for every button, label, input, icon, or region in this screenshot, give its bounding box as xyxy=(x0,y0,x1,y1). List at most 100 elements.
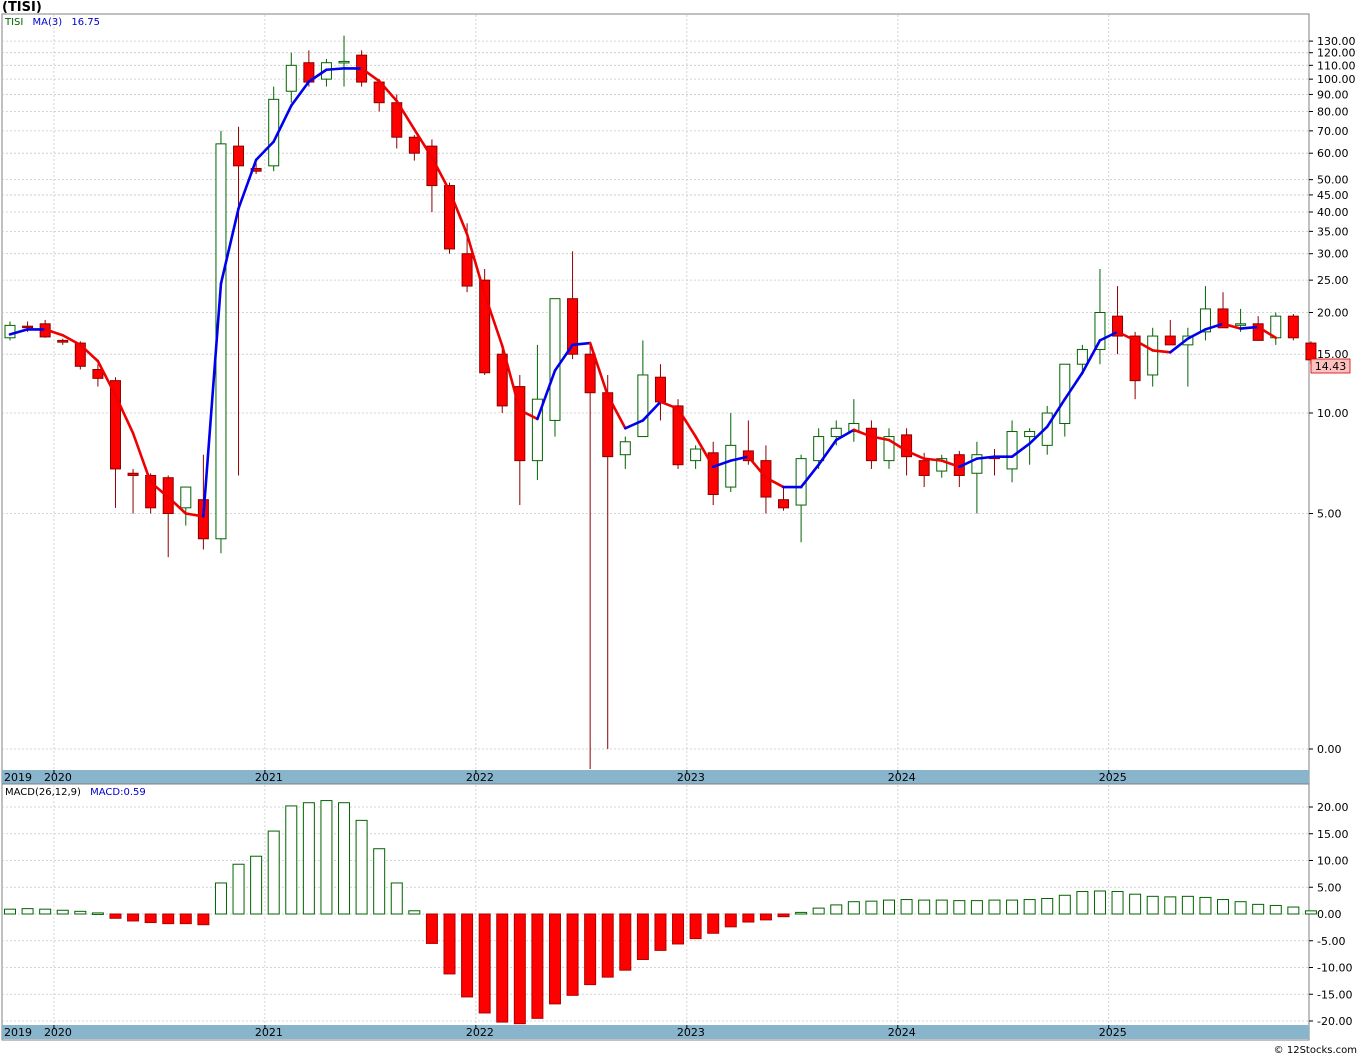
candle xyxy=(1287,313,1299,341)
candle-body xyxy=(1024,431,1036,438)
price-tick-label: 10.00 xyxy=(1317,407,1349,420)
macd-bar xyxy=(144,913,157,924)
macd-bar xyxy=(250,855,263,915)
legend-symbol: TISI xyxy=(4,17,23,28)
macd-bar xyxy=(232,863,245,915)
macd-tick-label: 5.00 xyxy=(1317,881,1342,894)
candle-body xyxy=(637,374,649,438)
macd-tick-label: -15.00 xyxy=(1317,988,1352,1001)
macd-bar xyxy=(935,899,948,915)
macd-bar xyxy=(197,913,210,926)
macd-bar xyxy=(1217,899,1230,915)
macd-bar xyxy=(777,913,790,918)
last-price-marker: 14.43 xyxy=(1310,358,1351,374)
macd-bar xyxy=(338,802,351,915)
candle-body xyxy=(725,444,737,488)
macd-bar xyxy=(1146,895,1159,915)
candle xyxy=(268,86,280,172)
year-label: 2022 xyxy=(466,771,494,784)
legend-ma-value: 16.75 xyxy=(71,17,100,28)
candle-body xyxy=(1235,323,1247,326)
macd-tick-label: 20.00 xyxy=(1317,801,1349,814)
macd-bar xyxy=(214,882,227,915)
macd-bar xyxy=(127,913,140,922)
stock-chart: (TISI) 130.00120.00110.00100.0090.0080.0… xyxy=(0,0,1360,1056)
macd-bar xyxy=(1006,899,1019,915)
macd-tick-label: -5.00 xyxy=(1317,935,1345,948)
macd-bar xyxy=(883,899,895,915)
price-tick-label: 70.00 xyxy=(1317,125,1349,138)
year-label: 2020 xyxy=(44,771,72,784)
macd-bar xyxy=(109,913,122,919)
macd-bar xyxy=(355,819,368,915)
macd-bar xyxy=(847,901,860,915)
candle-body xyxy=(444,185,455,250)
price-tick-label: 100.00 xyxy=(1317,73,1356,86)
price-tick-label: 5.00 xyxy=(1317,508,1342,521)
price-tick-label: 120.00 xyxy=(1317,47,1356,60)
macd-tick-label: 10.00 xyxy=(1317,855,1349,868)
macd-bar xyxy=(496,913,509,1023)
macd-bar xyxy=(179,913,192,925)
price-tick-label: 25.00 xyxy=(1317,274,1349,287)
macd-bar xyxy=(390,882,403,915)
year-label: 2024 xyxy=(888,771,916,784)
candle-body xyxy=(549,298,561,421)
candle-body xyxy=(180,486,192,509)
macd-bar xyxy=(724,913,737,928)
candle-body xyxy=(338,60,350,64)
macd-bar xyxy=(988,899,1001,915)
footer-credit: © 12Stocks.com xyxy=(1274,1045,1357,1056)
price-tick-label: 40.00 xyxy=(1317,206,1349,219)
price-tick-label: 80.00 xyxy=(1317,106,1349,119)
candle-body xyxy=(1094,312,1106,350)
macd-bar xyxy=(830,904,843,915)
macd-bar xyxy=(56,909,69,915)
candle-body xyxy=(584,353,596,394)
macd-bar xyxy=(21,908,34,915)
last-price-label: 14.43 xyxy=(1315,360,1347,373)
year-label: 2022 xyxy=(466,1026,494,1039)
macd-bar xyxy=(1093,890,1106,915)
macd-bar xyxy=(408,910,421,915)
price-tick-label: 20.00 xyxy=(1317,307,1349,320)
year-label: 2025 xyxy=(1099,771,1127,784)
macd-bar xyxy=(267,830,280,915)
candle-body xyxy=(57,339,69,343)
macd-bar xyxy=(531,913,544,1019)
macd-bar xyxy=(91,912,104,915)
candle-body xyxy=(619,441,631,456)
candle-body xyxy=(1076,348,1088,365)
macd-bar xyxy=(1041,897,1054,915)
candle-body xyxy=(1287,315,1299,339)
macd-bar xyxy=(74,910,87,915)
macd-legend-label: MACD(26,12,9) xyxy=(5,787,81,798)
candle-body xyxy=(778,499,790,509)
macd-bar xyxy=(1287,906,1300,915)
price-tick-label: 60.00 xyxy=(1317,147,1349,160)
price-tick-label: 45.00 xyxy=(1317,189,1349,202)
ma-segment xyxy=(1239,325,1260,330)
macd-bar xyxy=(970,900,983,915)
macd-bar xyxy=(1111,891,1124,915)
macd-bar xyxy=(1058,894,1071,915)
year-label: 2024 xyxy=(888,1026,916,1039)
macd-bar xyxy=(1164,896,1177,915)
price-tick-label: 30.00 xyxy=(1317,248,1349,261)
price-tick-label: 90.00 xyxy=(1317,88,1349,101)
price-tick-label: 0.00 xyxy=(1317,743,1342,756)
macd-bar xyxy=(1252,903,1265,915)
year-label: 2021 xyxy=(255,1026,283,1039)
candle-body xyxy=(92,368,104,379)
macd-bar xyxy=(1076,891,1089,915)
year-label: 2023 xyxy=(677,771,705,784)
ma-segment xyxy=(571,341,592,347)
macd-bar xyxy=(584,913,597,986)
year-label: 2019 xyxy=(4,1026,32,1039)
legend-ma-label: MA(3) xyxy=(33,17,63,28)
year-label: 2020 xyxy=(44,1026,72,1039)
candle-body xyxy=(830,427,842,438)
macd-bar xyxy=(742,913,755,923)
macd-bar xyxy=(443,913,456,975)
chart-title: (TISI) xyxy=(2,0,42,15)
